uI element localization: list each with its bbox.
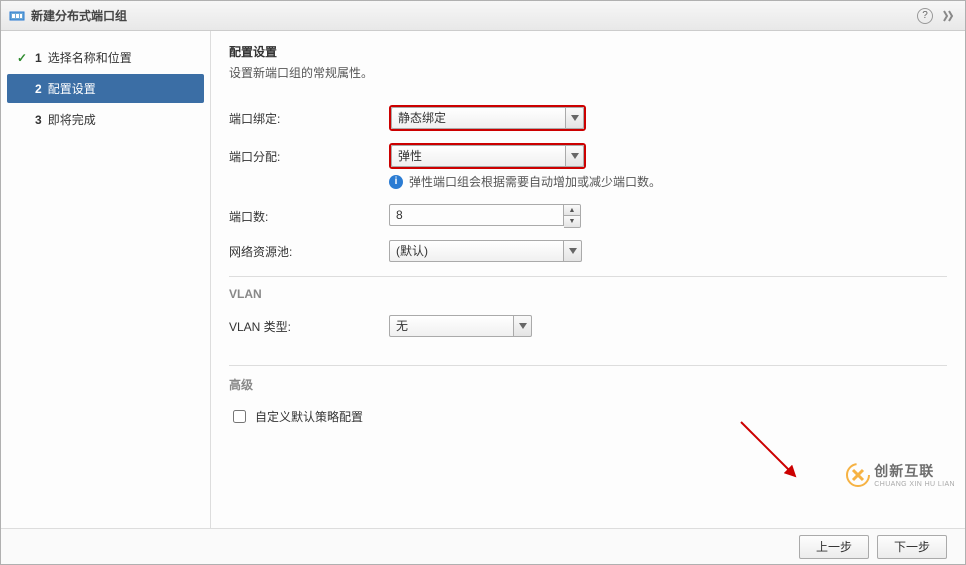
help-icon[interactable]: ?: [917, 8, 933, 24]
chevron-down-icon[interactable]: [566, 145, 584, 167]
chevron-down-icon[interactable]: [514, 315, 532, 337]
step-label: 选择名称和位置: [48, 49, 132, 66]
annotation-arrow-icon: [735, 416, 805, 486]
page-heading: 配置设置: [229, 43, 947, 60]
chevron-down-icon[interactable]: [564, 240, 582, 262]
advanced-section-label: 高级: [229, 376, 947, 393]
port-count-spinner[interactable]: 8 ▲ ▼: [389, 204, 581, 228]
window-title: 新建分布式端口组: [31, 7, 917, 24]
port-alloc-select[interactable]: 弹性: [389, 143, 586, 169]
step-label: 即将完成: [48, 111, 96, 128]
wizard-footer: 上一步 下一步: [1, 528, 965, 564]
custom-policy-checkbox-row: 自定义默认策略配置: [229, 407, 947, 426]
info-icon: i: [389, 175, 403, 189]
watermark: 创新互联 CHUANG XIN HU LIAN: [846, 461, 955, 488]
resource-pool-select[interactable]: (默认): [389, 240, 582, 262]
port-alloc-label: 端口分配:: [229, 148, 389, 165]
divider: [229, 365, 947, 366]
custom-policy-checkbox[interactable]: [233, 410, 246, 423]
spinner-down-icon[interactable]: ▼: [564, 216, 580, 227]
check-icon: ✓: [15, 51, 29, 65]
port-binding-select[interactable]: 静态绑定: [389, 105, 586, 131]
wizard-content: 配置设置 设置新端口组的常规属性。 端口绑定: 静态绑定 端口分配: 弹性 i …: [211, 31, 965, 528]
port-group-icon: [9, 8, 25, 24]
divider: [229, 276, 947, 277]
port-count-label: 端口数:: [229, 208, 389, 225]
wizard-steps-sidebar: ✓ 1 选择名称和位置 2 配置设置 3 即将完成: [1, 31, 211, 528]
titlebar: 新建分布式端口组 ?: [1, 1, 965, 31]
step-3-complete[interactable]: 3 即将完成: [7, 105, 204, 134]
step-2-configure-settings[interactable]: 2 配置设置: [7, 74, 204, 103]
watermark-logo-icon: [846, 463, 870, 487]
wizard-dialog: 新建分布式端口组 ? ✓ 1 选择名称和位置 2 配置设置 3 即将完成: [0, 0, 966, 565]
resource-pool-label: 网络资源池:: [229, 243, 389, 260]
port-binding-label: 端口绑定:: [229, 110, 389, 127]
vlan-section-label: VLAN: [229, 287, 947, 301]
back-button[interactable]: 上一步: [799, 535, 869, 559]
info-message: i 弹性端口组会根据需要自动增加或减少端口数。: [389, 173, 947, 190]
page-subheading: 设置新端口组的常规属性。: [229, 64, 947, 81]
vlan-type-label: VLAN 类型:: [229, 318, 389, 335]
vlan-type-select[interactable]: 无: [389, 315, 532, 337]
step-1-name-location[interactable]: ✓ 1 选择名称和位置: [7, 43, 204, 72]
expand-icon[interactable]: [943, 10, 957, 22]
spinner-up-icon[interactable]: ▲: [564, 205, 580, 216]
custom-policy-label: 自定义默认策略配置: [255, 408, 363, 425]
next-button[interactable]: 下一步: [877, 535, 947, 559]
step-label: 配置设置: [48, 80, 96, 97]
chevron-down-icon[interactable]: [566, 107, 584, 129]
